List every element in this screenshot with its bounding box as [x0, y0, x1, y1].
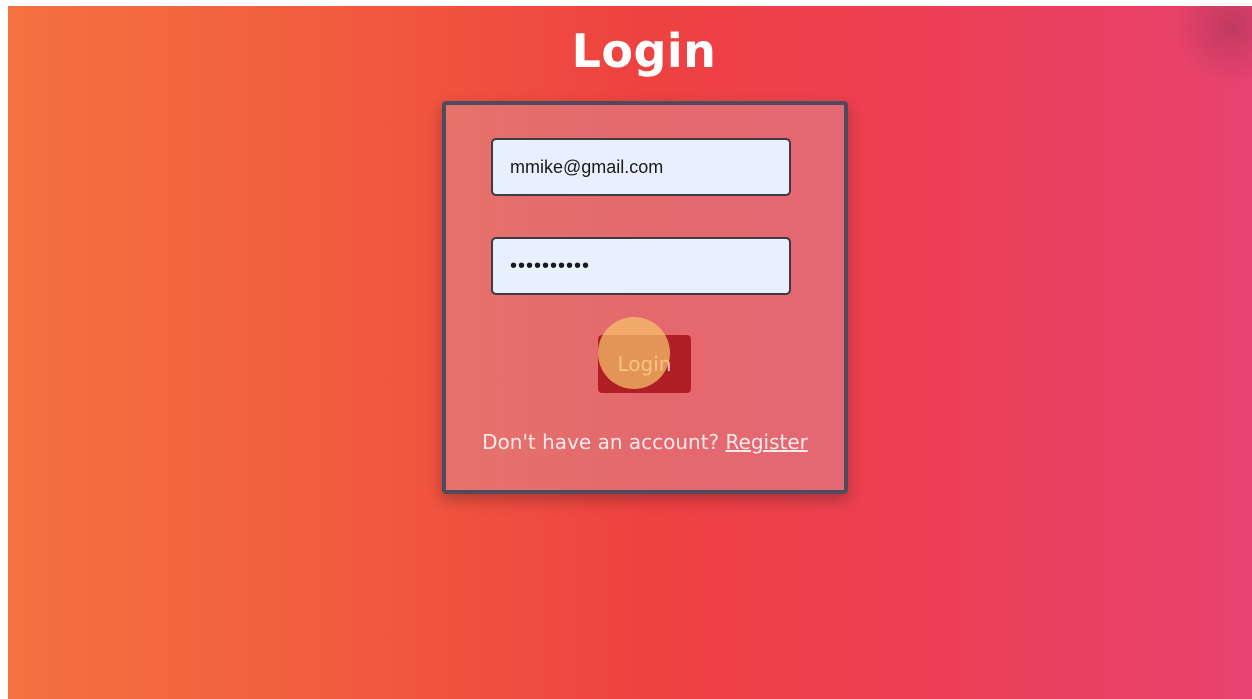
- password-input[interactable]: [491, 237, 791, 295]
- login-card: Login Don't have an account? Register: [442, 101, 848, 494]
- email-input[interactable]: [491, 138, 791, 196]
- register-prompt-text: Don't have an account?: [482, 430, 726, 454]
- register-prompt: Don't have an account? Register: [446, 430, 844, 454]
- login-button[interactable]: Login: [598, 335, 691, 393]
- page-title: Login: [571, 24, 717, 78]
- page-background: Login Login Don't have an account? Regis…: [8, 6, 1252, 699]
- register-link[interactable]: Register: [726, 430, 808, 454]
